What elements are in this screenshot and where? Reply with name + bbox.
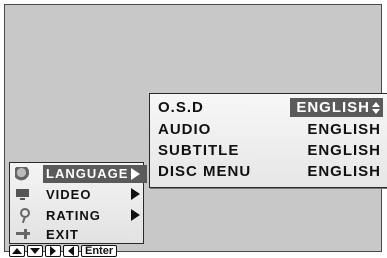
submenu-value-osd-text: ENGLISH bbox=[296, 99, 370, 116]
chevron-right-icon bbox=[131, 209, 140, 221]
submenu-value-subtitle: ENGLISH bbox=[307, 142, 381, 159]
remote-button-bar: Enter bbox=[9, 244, 118, 258]
menu-item-video[interactable]: VIDEO bbox=[12, 184, 142, 204]
right-arrow-icon bbox=[50, 246, 56, 256]
submenu-value-osd[interactable]: ENGLISH bbox=[290, 98, 383, 117]
chevron-right-icon bbox=[131, 188, 140, 200]
menu-item-language-label: LANGUAGE bbox=[43, 165, 131, 182]
up-arrow-icon bbox=[12, 248, 22, 254]
main-menu: LANGUAGE VIDEO RATING EXIT bbox=[9, 162, 147, 244]
up-down-icon bbox=[372, 101, 380, 115]
key-icon bbox=[15, 208, 31, 222]
submenu-label-osd: O.S.D bbox=[158, 99, 204, 116]
monitor-icon bbox=[15, 187, 31, 201]
menu-item-language[interactable]: LANGUAGE bbox=[12, 164, 147, 184]
enter-button[interactable]: Enter bbox=[81, 245, 118, 257]
submenu-row-osd[interactable]: O.S.D ENGLISH bbox=[156, 98, 383, 118]
menu-item-video-label: VIDEO bbox=[46, 187, 92, 202]
menu-item-exit-label: EXIT bbox=[46, 227, 79, 242]
left-button[interactable] bbox=[63, 245, 79, 257]
pointing-hand-icon bbox=[15, 227, 31, 241]
submenu-label-audio: AUDIO bbox=[158, 121, 212, 138]
menu-item-exit[interactable]: EXIT bbox=[12, 224, 142, 244]
submenu-row-subtitle[interactable]: SUBTITLE ENGLISH bbox=[156, 141, 383, 161]
menu-item-rating[interactable]: RATING bbox=[12, 205, 142, 225]
submenu-row-audio[interactable]: AUDIO ENGLISH bbox=[156, 120, 383, 140]
menu-item-rating-label: RATING bbox=[46, 208, 101, 223]
right-button[interactable] bbox=[45, 245, 61, 257]
down-arrow-icon bbox=[30, 248, 40, 254]
submenu-row-disc-menu[interactable]: DISC MENU ENGLISH bbox=[156, 162, 383, 182]
up-button[interactable] bbox=[9, 245, 25, 257]
globe-icon bbox=[15, 167, 31, 181]
language-submenu: O.S.D ENGLISH AUDIO ENGLISH SUBTITLE ENG… bbox=[149, 93, 387, 188]
submenu-value-disc-menu: ENGLISH bbox=[307, 163, 381, 180]
submenu-value-audio: ENGLISH bbox=[307, 121, 381, 138]
submenu-label-disc-menu: DISC MENU bbox=[158, 163, 252, 180]
osd-screen: O.S.D ENGLISH AUDIO ENGLISH SUBTITLE ENG… bbox=[4, 4, 387, 257]
left-arrow-icon bbox=[68, 246, 74, 256]
submenu-label-subtitle: SUBTITLE bbox=[158, 142, 240, 159]
chevron-right-icon bbox=[131, 168, 140, 180]
down-button[interactable] bbox=[27, 245, 43, 257]
